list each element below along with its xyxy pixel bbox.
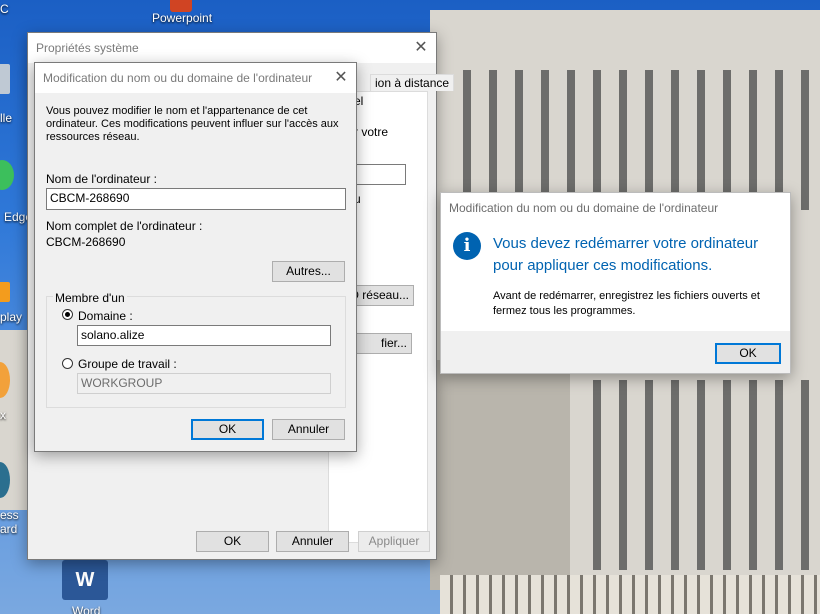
system-properties-titlebar: Propriétés système ✕	[28, 33, 436, 63]
close-icon[interactable]: ✕	[326, 63, 356, 93]
full-name-label: Nom complet de l'ordinateur :	[46, 219, 203, 233]
workgroup-radio[interactable]	[62, 358, 73, 369]
desktop-icon-label-c[interactable]: C	[0, 2, 9, 16]
sysprops-ok-button[interactable]: OK	[196, 531, 269, 552]
desktop-icon-label-ard[interactable]: ard	[0, 522, 17, 536]
domain-label: Domaine :	[78, 309, 133, 323]
more-button[interactable]: Autres...	[272, 261, 345, 282]
system-properties-title: Propriétés système	[36, 41, 139, 55]
restart-title: Modification du nom ou du domaine de l'o…	[449, 201, 719, 215]
desktop-icon-label-powerpoint[interactable]: Powerpoint	[152, 11, 212, 25]
computer-name-label: Nom de l'ordinateur :	[46, 172, 158, 186]
desktop-icon-label-x[interactable]: x	[0, 408, 6, 422]
rename-computer-dialog: Modification du nom ou du domaine de l'o…	[34, 62, 357, 452]
desktop-icon-label-ess[interactable]: ess	[0, 508, 19, 522]
desktop-icon-label-play[interactable]: play	[0, 310, 22, 324]
railing	[440, 575, 820, 614]
full-name-value: CBCM-268690	[46, 235, 126, 249]
restart-body: Avant de redémarrer, enregistrez les fic…	[493, 290, 760, 317]
rename-description: Vous pouvez modifier le nom et l'apparte…	[46, 105, 339, 143]
domain-input[interactable]: solano.alize	[77, 325, 331, 346]
sysprops-cancel-button[interactable]: Annuler	[276, 531, 349, 552]
restart-ok-button[interactable]: OK	[715, 343, 781, 364]
panel-text-partial: r votre	[354, 125, 389, 139]
rename-ok-button[interactable]: OK	[191, 419, 264, 440]
domain-radio[interactable]	[62, 309, 73, 320]
sysprops-apply-button[interactable]: Appliquer	[358, 531, 430, 552]
member-of-label: Membre d'un	[53, 291, 127, 305]
recycle-bin-icon[interactable]	[0, 64, 10, 94]
rename-dialog-title: Modification du nom ou du domaine de l'o…	[43, 71, 313, 85]
word-icon[interactable]: W	[62, 560, 108, 600]
rename-cancel-button[interactable]: Annuler	[272, 419, 345, 440]
close-icon[interactable]: ✕	[406, 33, 436, 63]
workgroup-input[interactable]: WORKGROUP	[77, 373, 331, 394]
info-icon: i	[453, 232, 481, 260]
computer-name-input[interactable]: CBCM-268690	[46, 188, 346, 210]
desktop-icon-label-word[interactable]: Word	[72, 604, 100, 614]
vlc-icon[interactable]	[0, 282, 10, 302]
restart-titlebar: Modification du nom ou du domaine de l'o…	[441, 193, 790, 223]
edge-icon[interactable]	[0, 160, 14, 190]
workgroup-label: Groupe de travail :	[78, 357, 177, 371]
desktop-icon-label-lle[interactable]: lle	[0, 111, 12, 125]
rename-dialog-titlebar: Modification du nom ou du domaine de l'o…	[35, 63, 356, 93]
restart-heading: Vous devez redémarrer votre ordinateur p…	[493, 235, 759, 274]
tab-remote[interactable]: ion à distance	[370, 74, 455, 91]
restart-messagebox: Modification du nom ou du domaine de l'o…	[440, 192, 791, 374]
